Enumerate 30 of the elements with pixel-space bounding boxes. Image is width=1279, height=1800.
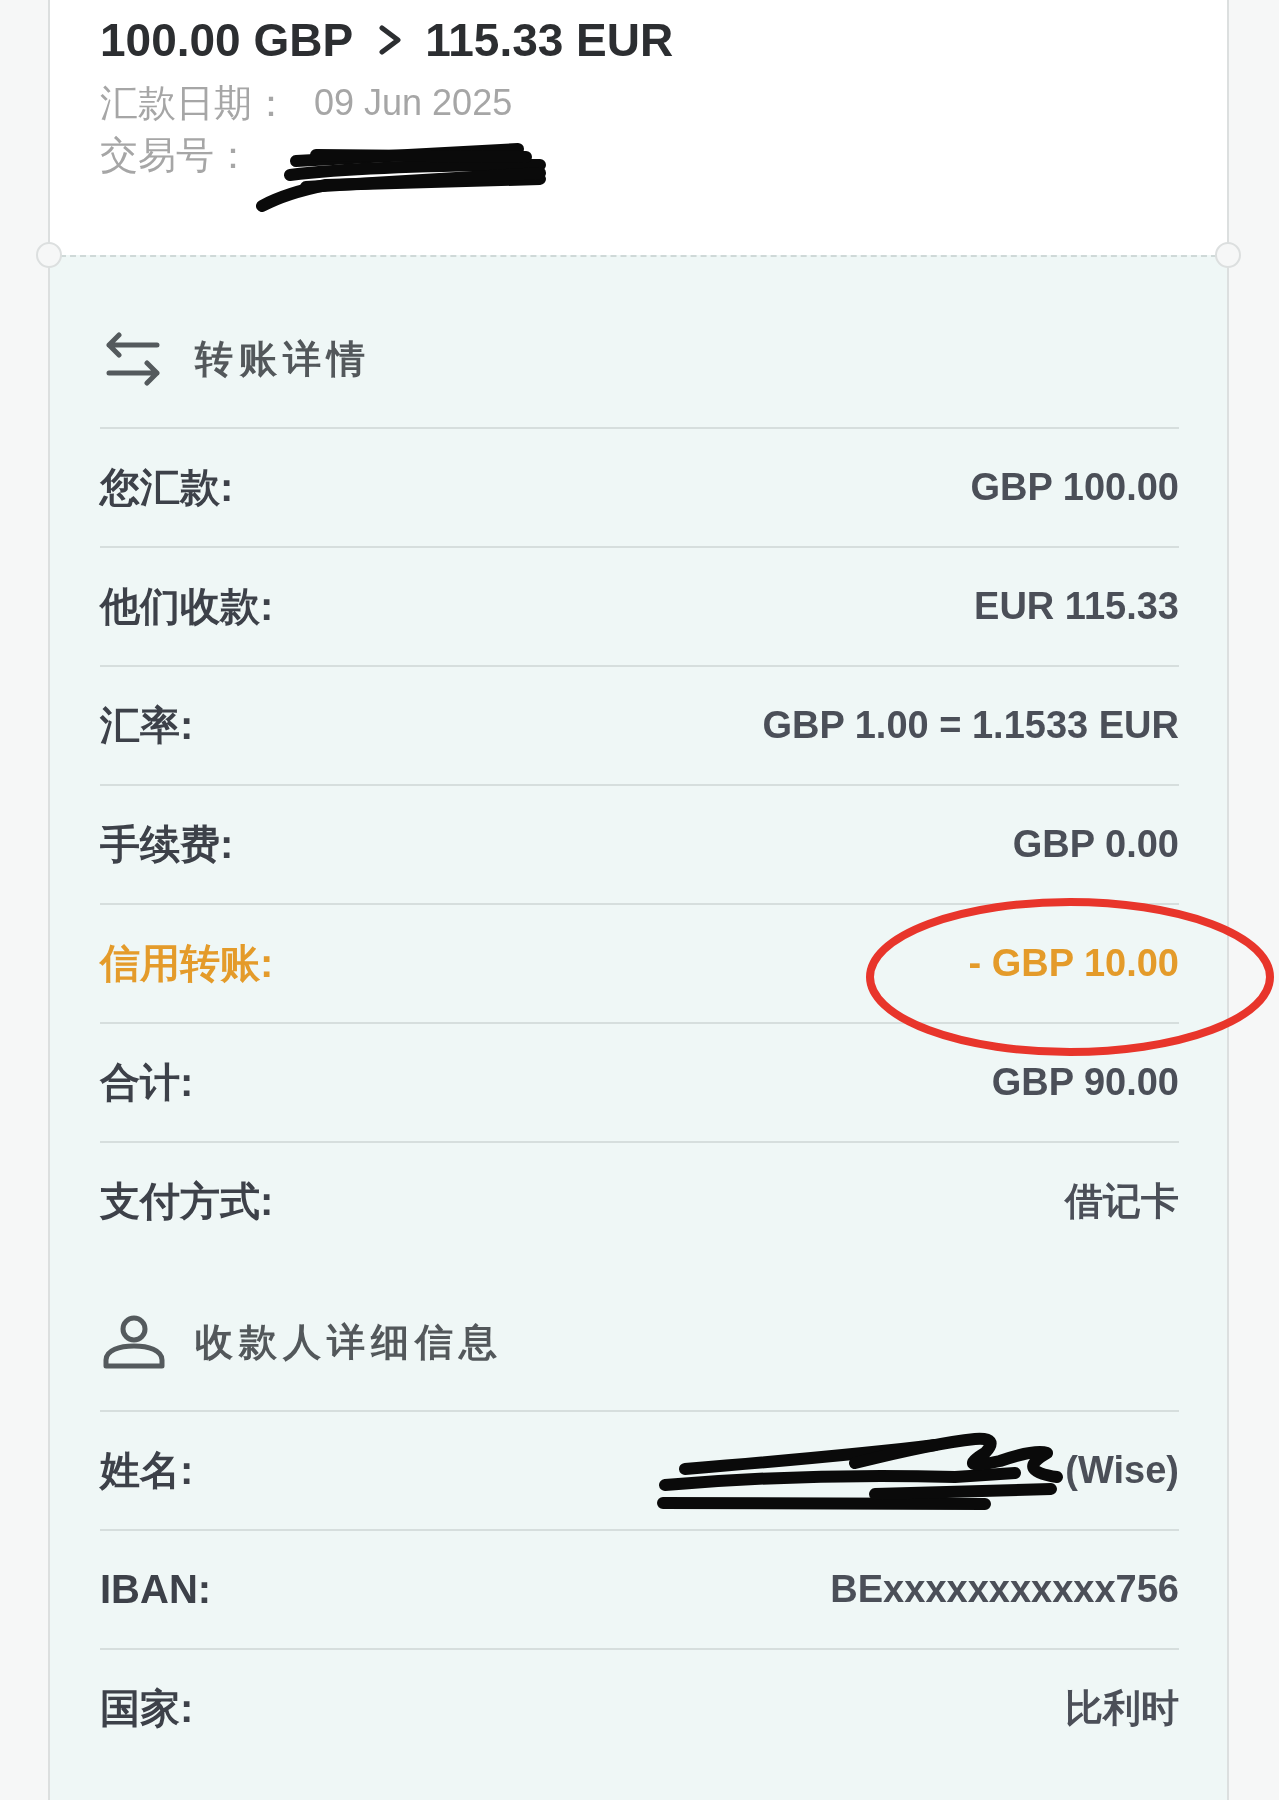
person-icon bbox=[103, 1315, 165, 1369]
field-value: 比利时 bbox=[1065, 1686, 1179, 1731]
field-label: 支付方式: bbox=[100, 1178, 274, 1225]
field-label: 国家: bbox=[100, 1685, 194, 1732]
field-value: EUR 115.33 bbox=[974, 585, 1179, 628]
field-label: 他们收款: bbox=[100, 583, 274, 630]
meta-value: 09 Jun 2025 bbox=[314, 81, 513, 125]
field-value: GBP 1.00 = 1.1533 EUR bbox=[762, 704, 1179, 747]
section-title: 转账详情 bbox=[195, 336, 371, 382]
field-label: 汇率: bbox=[100, 702, 194, 749]
meta-label: 汇款日期： bbox=[100, 81, 290, 126]
field-label: 信用转账: bbox=[100, 940, 274, 987]
swap-arrows-icon bbox=[106, 332, 160, 386]
field-value: BExxxxxxxxxxx756 bbox=[830, 1568, 1179, 1611]
field-value: GBP 100.00 bbox=[970, 466, 1179, 509]
section-title: 收款人详细信息 bbox=[195, 1319, 503, 1365]
field-label: IBAN: bbox=[100, 1567, 212, 1612]
field-value: 借记卡 bbox=[1065, 1179, 1179, 1224]
meta-label: 交易号： bbox=[100, 133, 252, 178]
field-value: (Wise) bbox=[1065, 1449, 1179, 1492]
received-amount: 115.33 EUR bbox=[425, 14, 674, 66]
field-label: 您汇款: bbox=[100, 464, 234, 511]
field-label: 合计: bbox=[100, 1059, 194, 1106]
chevron-right-icon bbox=[379, 25, 402, 55]
field-label: 姓名: bbox=[100, 1447, 194, 1494]
field-value: GBP 90.00 bbox=[991, 1061, 1179, 1104]
field-value: GBP 0.00 bbox=[1012, 823, 1179, 866]
field-value: - GBP 10.00 bbox=[968, 942, 1179, 985]
sent-amount: 100.00 GBP bbox=[100, 14, 354, 66]
field-label: 手续费: bbox=[100, 821, 234, 868]
